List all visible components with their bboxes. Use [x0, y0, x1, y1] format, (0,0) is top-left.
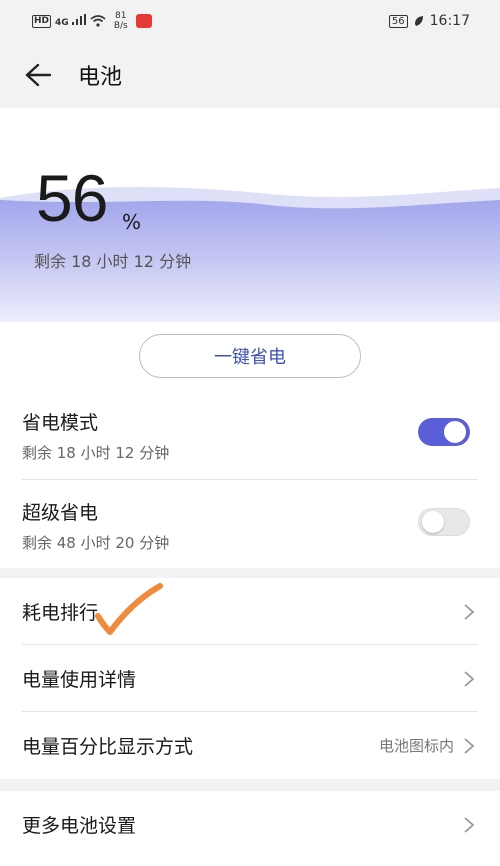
cell-signal-icon: 4G: [55, 14, 86, 28]
ultra-power-saving-title: 超级省电: [22, 502, 99, 524]
battery-status-icon: 56: [388, 14, 408, 28]
battery-menu-card: 耗电排行 电量使用详情 电量百分比显示方式 电池图标内: [0, 578, 500, 779]
chevron-right-icon: [464, 671, 475, 687]
power-saving-mode-subtitle: 剩余 18 小时 12 分钟: [22, 444, 170, 462]
clock: 16:17: [429, 13, 470, 29]
percent-sign: %: [122, 210, 142, 234]
power-saving-mode-toggle[interactable]: [418, 418, 470, 446]
battery-level-panel: 56 % 剩余 18 小时 12 分钟: [0, 108, 500, 322]
remaining-time: 剩余 18 小时 12 分钟: [34, 252, 192, 271]
percentage-display-label: 电量百分比显示方式: [22, 736, 194, 758]
leaf-icon: [414, 16, 423, 26]
usage-details-label: 电量使用详情: [22, 669, 137, 691]
one-key-save-section: 一键省电: [0, 322, 500, 390]
power-saving-mode-row[interactable]: 省电模式 剩余 18 小时 12 分钟: [0, 390, 500, 480]
network-speed: 81 B/s: [113, 11, 128, 31]
app-header: 电池: [0, 42, 500, 108]
more-battery-settings-row[interactable]: 更多电池设置: [0, 791, 500, 858]
battery-percentage: 56: [36, 161, 108, 235]
chevron-right-icon: [464, 738, 475, 754]
percentage-display-row[interactable]: 电量百分比显示方式 电池图标内: [0, 712, 500, 779]
page-title: 电池: [78, 65, 123, 90]
ultra-power-saving-toggle[interactable]: [418, 508, 470, 536]
ultra-power-saving-subtitle: 剩余 48 小时 20 分钟: [22, 534, 170, 552]
one-key-save-button[interactable]: 一键省电: [139, 334, 361, 378]
power-usage-ranking-label: 耗电排行: [22, 602, 99, 624]
app-notification-icon: [135, 14, 152, 28]
chevron-right-icon: [464, 817, 475, 833]
arrow-left-icon[interactable]: [24, 61, 52, 89]
percentage-display-value: 电池图标内: [378, 737, 454, 755]
power-saving-mode-title: 省电模式: [22, 412, 99, 434]
usage-details-row[interactable]: 电量使用详情: [0, 645, 500, 712]
checkmark-annotation-icon: [95, 583, 163, 635]
more-battery-settings-label: 更多电池设置: [22, 815, 137, 837]
more-settings-card: 更多电池设置: [0, 791, 500, 866]
chevron-right-icon: [464, 604, 475, 620]
power-usage-ranking-row[interactable]: 耗电排行: [0, 578, 500, 645]
hd-badge: HD: [32, 14, 52, 28]
status-bar: HD 4G 81 B/s 56 16:17: [0, 0, 500, 42]
power-modes-card: 省电模式 剩余 18 小时 12 分钟 超级省电 剩余 48 小时 20 分钟: [0, 390, 500, 568]
ultra-power-saving-row[interactable]: 超级省电 剩余 48 小时 20 分钟: [0, 480, 500, 568]
wifi-icon: [90, 15, 106, 27]
